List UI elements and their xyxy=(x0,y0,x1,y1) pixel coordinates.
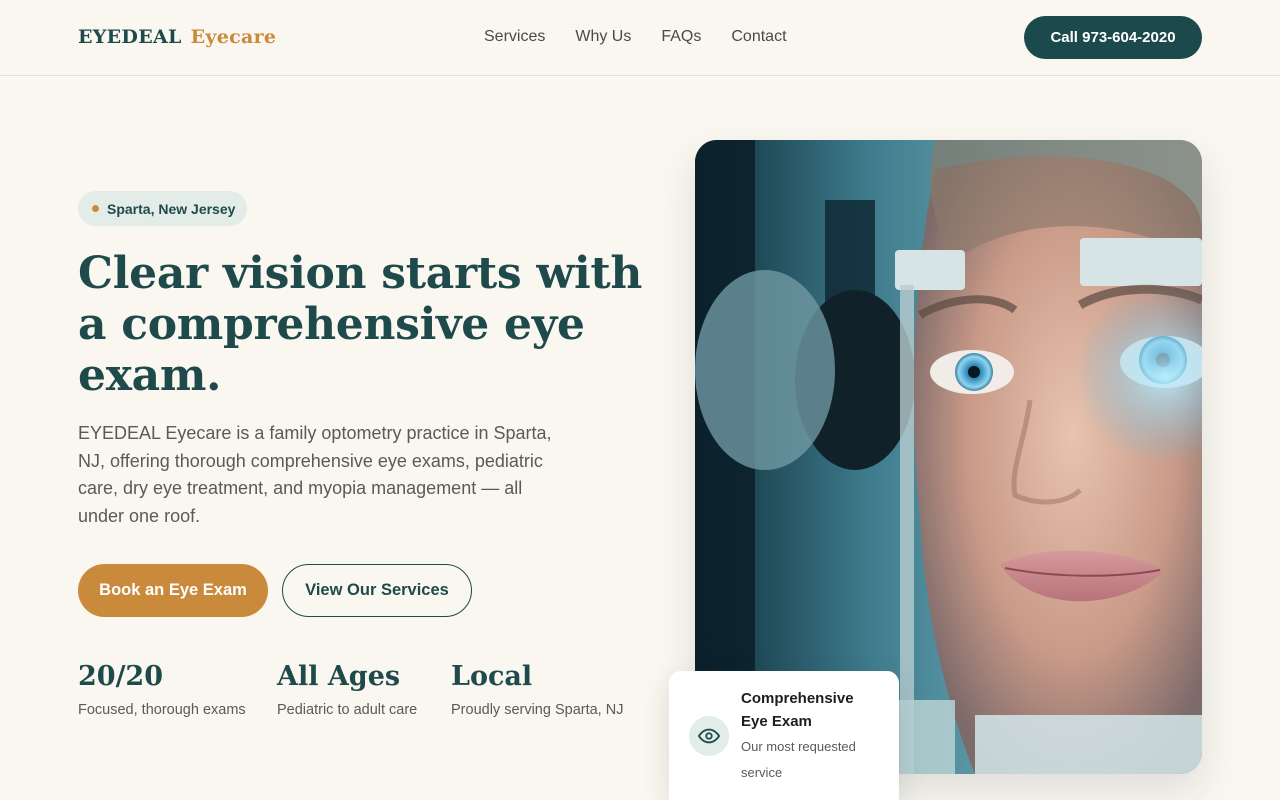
stat-label: Proudly serving Sparta, NJ xyxy=(451,702,624,718)
stat-value: Local xyxy=(451,661,533,692)
nav-link-faqs[interactable]: FAQs xyxy=(661,28,701,46)
call-button[interactable]: Call 973-604-2020 xyxy=(1024,16,1202,59)
book-exam-button[interactable]: Book an Eye Exam xyxy=(78,564,268,617)
logo[interactable]: EYEDEAL Eyecare xyxy=(78,26,276,48)
nav-link-contact[interactable]: Contact xyxy=(731,28,786,46)
hero-headline: Clear vision starts with a comprehensive… xyxy=(78,248,643,401)
featured-service-title: Comprehensive Eye Exam xyxy=(741,690,854,730)
stat-vision: 20/20 Focused, thorough exams xyxy=(78,660,246,718)
location-badge-text: Sparta, New Jersey xyxy=(107,200,236,217)
featured-service-card[interactable]: Comprehensive Eye Exam Our most requeste… xyxy=(669,671,899,800)
location-dot-icon xyxy=(92,205,99,212)
hero-description: EYEDEAL Eyecare is a family optometry pr… xyxy=(78,423,552,526)
view-services-button[interactable]: View Our Services xyxy=(282,564,472,617)
location-badge: Sparta, New Jersey xyxy=(78,191,247,226)
stat-value: All Ages xyxy=(277,661,401,692)
stat-value: 20/20 xyxy=(78,661,164,692)
eye-icon xyxy=(689,716,729,756)
nav-link-why-us[interactable]: Why Us xyxy=(575,28,631,46)
main-nav: Services Why Us FAQs Contact xyxy=(484,28,787,46)
logo-accent: Eyecare xyxy=(190,26,277,48)
featured-service-subtitle: Our most requested service xyxy=(741,739,856,780)
nav-link-services[interactable]: Services xyxy=(484,28,545,46)
stat-label: Pediatric to adult care xyxy=(277,702,418,718)
logo-main: EYEDEAL xyxy=(78,26,182,48)
site-header: EYEDEAL Eyecare Services Why Us FAQs Con… xyxy=(0,0,1280,76)
stat-label: Focused, thorough exams xyxy=(78,702,246,718)
stat-local: Local Proudly serving Sparta, NJ xyxy=(451,660,623,718)
stat-ages: All Ages Pediatric to adult care xyxy=(277,660,417,718)
